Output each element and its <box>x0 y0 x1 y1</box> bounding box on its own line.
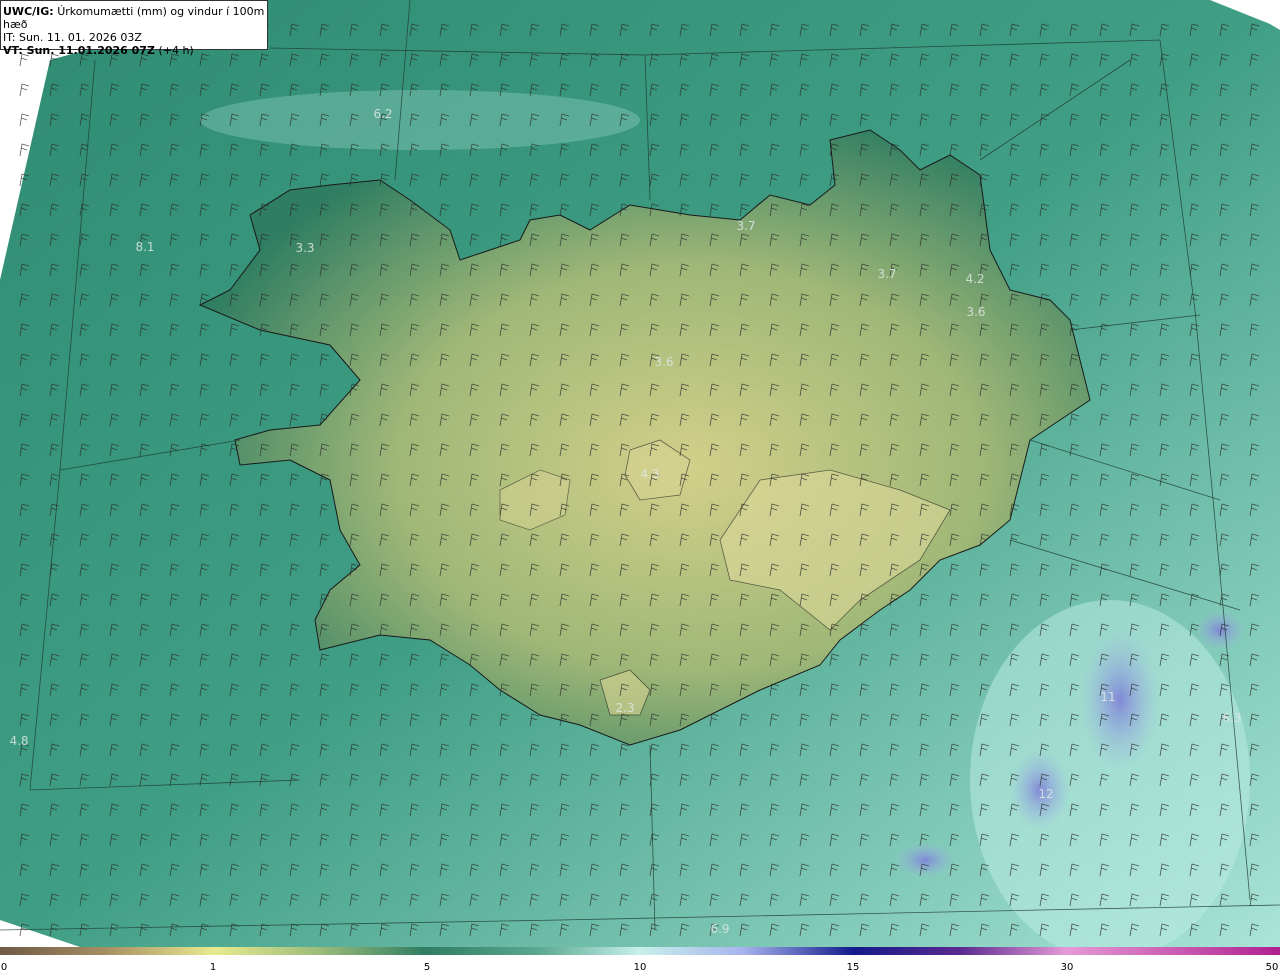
colorbar-tick: 30 <box>1060 962 1074 973</box>
map-value: 4.2 <box>965 272 985 286</box>
colorbar-labels: 0 1 5 10 15 30 50 <box>0 962 1280 978</box>
map-value: 3.6 <box>654 355 674 369</box>
map-value: 3.3 <box>295 241 315 255</box>
map-value: 3.7 <box>736 219 756 233</box>
colorbar-tick: 1 <box>209 962 217 973</box>
colorbar-tick: 0 <box>0 962 8 973</box>
colorbar-tick: 5 <box>423 962 431 973</box>
forecast-map-view: UWC/IG: Úrkomumætti (mm) og vindur í 100… <box>0 0 1280 978</box>
map-value: 4.8 <box>9 734 29 748</box>
map-value: 12 <box>1038 787 1054 801</box>
precipitation-colorbar <box>0 947 1280 955</box>
colorbar-tick: 10 <box>633 962 647 973</box>
map-value: 6.2 <box>373 107 393 121</box>
map-value: 3.6 <box>966 305 986 319</box>
model-code: UWC/IG: <box>3 5 54 18</box>
map-value: 11 <box>1100 690 1116 704</box>
map-value: 6.9 <box>710 922 730 936</box>
map-value: 4.3 <box>640 467 660 481</box>
forecast-info-box: UWC/IG: Úrkomumætti (mm) og vindur í 100… <box>0 0 268 57</box>
lead-time: (+4 h) <box>158 44 194 57</box>
colorbar-tick: 15 <box>846 962 860 973</box>
map-value: 3.7 <box>877 267 897 281</box>
colorbar-tick: 50 <box>1265 962 1279 973</box>
initial-time: IT: Sun. 11. 01. 2026 03Z <box>3 31 142 44</box>
map-value: 8.1 <box>135 240 155 254</box>
map-value: 2.3 <box>615 701 635 715</box>
map-value: 6.3 <box>1222 711 1242 725</box>
valid-time: VT: Sun. 11.01.2026 07Z <box>3 44 155 57</box>
